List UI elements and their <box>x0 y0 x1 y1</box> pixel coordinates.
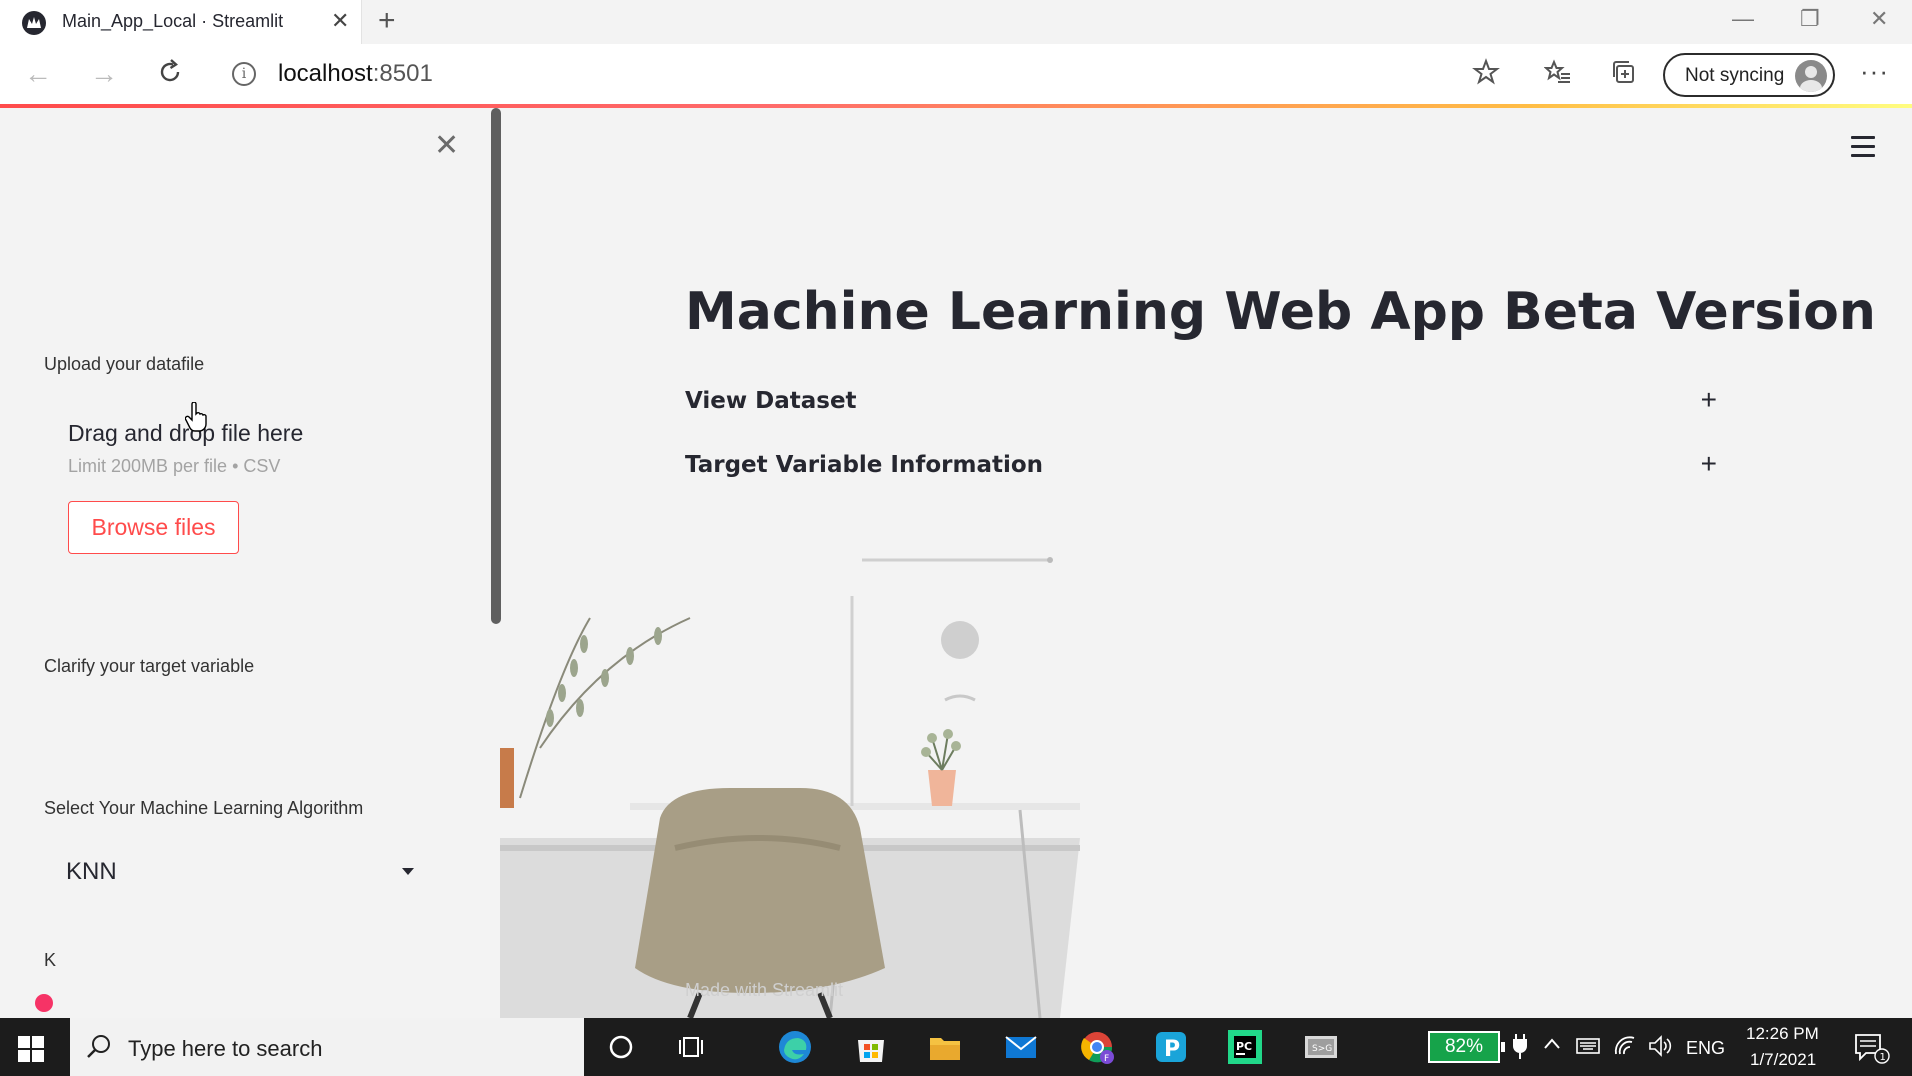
pycharm-icon[interactable]: PC <box>1226 1028 1264 1066</box>
wifi-icon[interactable] <box>1614 1034 1640 1063</box>
add-favorite-star-icon[interactable] <box>1472 58 1500 93</box>
svg-text:S>G: S>G <box>1312 1044 1332 1054</box>
p-app-icon[interactable]: P <box>1152 1028 1190 1066</box>
sync-label: Not syncing <box>1685 65 1785 86</box>
hamburger-menu-icon[interactable] <box>1851 136 1875 163</box>
plus-icon: + <box>1700 448 1717 479</box>
mail-icon[interactable] <box>1002 1028 1040 1066</box>
notification-count: 1 <box>1880 1052 1886 1063</box>
drop-limit: Limit 200MB per file • CSV <box>68 456 281 476</box>
upload-label: Upload your datafile <box>44 354 205 374</box>
windows-start-icon[interactable] <box>18 1036 44 1067</box>
file-explorer-icon[interactable] <box>926 1028 964 1066</box>
keyboard-icon[interactable] <box>1576 1036 1600 1061</box>
chevron-up-icon[interactable] <box>1542 1034 1562 1059</box>
sidebar-close-icon[interactable]: ✕ <box>434 128 459 163</box>
expander-label: View Dataset <box>685 388 857 414</box>
taskbar-search-box[interactable]: Type here to search <box>70 1018 584 1076</box>
clock-date[interactable]: 1/7/2021 <box>1750 1050 1816 1070</box>
window-close-icon[interactable]: ✕ <box>1870 6 1888 32</box>
svg-text:P: P <box>1164 1037 1180 1062</box>
browser-tab[interactable]: Main_App_Local · Streamlit ✕ <box>0 0 362 44</box>
browser-toolbar: ← → i localhost:8501 Not syncing ··· <box>0 44 1912 106</box>
language-indicator[interactable]: ENG <box>1686 1038 1725 1059</box>
new-tab-button[interactable]: + <box>378 4 396 38</box>
algorithm-select-value: KNN <box>66 858 117 885</box>
expander-target-variable-info[interactable]: Target Variable Information + <box>685 446 1717 486</box>
refresh-icon[interactable] <box>156 58 184 93</box>
more-menu-icon[interactable]: ··· <box>1860 56 1889 87</box>
minimize-icon[interactable]: — <box>1732 6 1754 32</box>
task-view-icon[interactable] <box>674 1028 712 1066</box>
collections-icon[interactable] <box>1610 58 1638 93</box>
power-plug-icon[interactable] <box>1512 1032 1528 1065</box>
favorites-icon[interactable] <box>1543 58 1572 93</box>
chrome-profile-icon[interactable]: F <box>1078 1028 1116 1066</box>
chevron-down-icon <box>402 868 414 875</box>
desk-chair-illustration <box>500 557 1080 1018</box>
expander-view-dataset[interactable]: View Dataset + <box>685 382 1717 422</box>
tab-title: Main_App_Local · Streamlit <box>62 11 284 31</box>
file-uploader-dropzone[interactable]: Drag and drop file here Limit 200MB per … <box>44 408 440 598</box>
browse-files-button[interactable]: Browse files <box>68 501 239 554</box>
streamlit-favicon-icon <box>22 11 46 35</box>
site-info-icon[interactable]: i <box>232 62 256 86</box>
snipping-tool-icon[interactable]: S>G <box>1302 1028 1340 1066</box>
cortana-icon[interactable] <box>602 1028 640 1066</box>
microsoft-store-icon[interactable] <box>852 1028 890 1066</box>
search-icon <box>87 1035 110 1058</box>
clock-time[interactable]: 12:26 PM <box>1746 1024 1819 1044</box>
tab-close-icon[interactable]: ✕ <box>331 8 349 34</box>
page-title: Machine Learning Web App Beta Version <box>685 282 1876 342</box>
edge-browser-icon[interactable] <box>776 1028 814 1066</box>
profile-avatar-icon <box>1795 60 1827 92</box>
sidebar: ✕ Upload your datafile Drag and drop fil… <box>0 108 490 1018</box>
url-host: localhost <box>278 60 373 87</box>
plus-icon: + <box>1700 384 1717 415</box>
k-slider-thumb[interactable] <box>35 994 53 1012</box>
algorithm-label: Select Your Machine Learning Algorithm <box>44 798 364 818</box>
notification-center-icon[interactable]: 1 <box>1854 1032 1890 1069</box>
forward-arrow-icon[interactable]: → <box>90 58 118 90</box>
hand-cursor-icon <box>185 402 207 432</box>
search-placeholder: Type here to search <box>128 1036 323 1061</box>
target-variable-label: Clarify your target variable <box>44 656 255 676</box>
made-with-streamlit-footer[interactable]: Made with Streamlit <box>685 980 843 1001</box>
sidebar-scrollbar[interactable] <box>491 108 501 624</box>
svg-text:F: F <box>1104 1054 1109 1064</box>
windows-taskbar: Type here to search F P PC S>G 82% ENG 1… <box>0 1018 1912 1076</box>
profile-sync-button[interactable]: Not syncing <box>1663 53 1835 97</box>
browser-tabstrip: Main_App_Local · Streamlit ✕ + — ❐ ✕ <box>0 0 1912 44</box>
expander-label: Target Variable Information <box>685 452 1044 478</box>
url-port: :8501 <box>372 60 433 87</box>
battery-indicator[interactable]: 82% <box>1428 1031 1505 1063</box>
address-bar-url[interactable]: localhost:8501 <box>278 60 433 88</box>
back-arrow-icon[interactable]: ← <box>24 58 52 90</box>
k-label: K <box>44 950 57 970</box>
restore-icon[interactable]: ❐ <box>1800 6 1820 32</box>
algorithm-select[interactable]: KNN <box>44 848 424 900</box>
svg-text:PC: PC <box>1236 1040 1252 1053</box>
volume-icon[interactable] <box>1648 1034 1674 1063</box>
